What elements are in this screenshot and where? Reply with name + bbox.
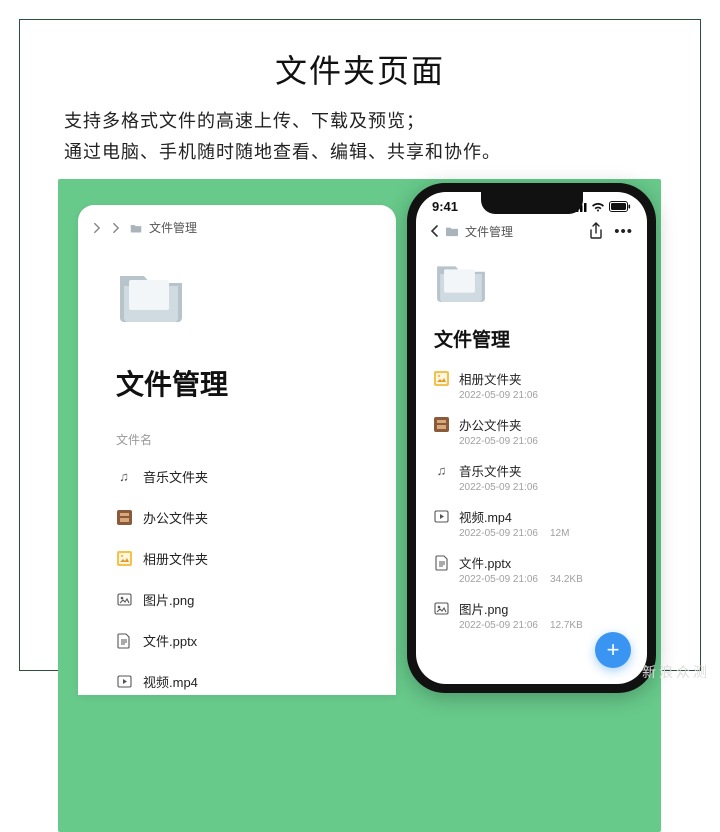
phone-notch: [481, 192, 583, 214]
subtitle-line1: 支持多格式文件的高速上传、下载及预览；: [64, 106, 676, 137]
image-icon: [116, 592, 132, 608]
list-item[interactable]: ♫ 音乐文件夹: [116, 456, 358, 497]
breadcrumb[interactable]: 文件管理: [78, 205, 396, 236]
list-item[interactable]: 视频.mp4 2022-05-09 21:06 12M: [434, 500, 629, 546]
file-name: 视频.mp4: [143, 672, 198, 691]
phone-breadcrumb[interactable]: 文件管理: [430, 223, 513, 240]
page-title: 文件夹页面: [44, 46, 676, 92]
file-icon: [434, 555, 449, 570]
file-size: 12M: [550, 528, 569, 539]
list-item[interactable]: 相册文件夹 2022-05-09 21:06: [434, 362, 629, 408]
breadcrumb-label: 文件管理: [149, 219, 197, 236]
file-meta: 2022-05-09 21:06: [459, 436, 538, 447]
office-icon: [116, 510, 132, 526]
more-icon[interactable]: •••: [614, 223, 633, 240]
list-item[interactable]: 文件.pptx: [116, 620, 358, 661]
file-name: 图片.png: [143, 590, 194, 609]
folder-large-icon: [434, 258, 488, 304]
folder-icon: [130, 222, 142, 234]
chevron-left-icon: [430, 225, 439, 237]
list-item[interactable]: 相册文件夹: [116, 538, 358, 579]
share-icon[interactable]: [588, 222, 604, 240]
file-meta: 2022-05-09 21:06: [459, 390, 538, 401]
list-item[interactable]: ♫ 音乐文件夹 2022-05-09 21:06: [434, 454, 629, 500]
file-name: 相册文件夹: [143, 549, 208, 568]
file-meta: 2022-05-09 21:06: [459, 528, 538, 539]
list-item[interactable]: 图片.png: [116, 579, 358, 620]
phone-topbar: 文件管理 •••: [416, 214, 647, 244]
video-icon: [116, 674, 132, 690]
add-button[interactable]: +: [595, 632, 631, 668]
list-item[interactable]: 图片.png 2022-05-09 21:06 12.7KB: [434, 592, 629, 638]
battery-icon: [609, 201, 631, 212]
phone-heading: 文件管理: [434, 325, 629, 352]
file-name: 办公文件夹: [459, 415, 522, 434]
list-item[interactable]: 办公文件夹 2022-05-09 21:06: [434, 408, 629, 454]
file-name: 音乐文件夹: [143, 467, 208, 486]
photos-icon: [434, 371, 449, 386]
watermark: 新浪众测: [642, 662, 710, 682]
office-icon: [434, 417, 449, 432]
video-icon: [434, 509, 449, 524]
folder-large-icon: [116, 266, 186, 324]
phone-device: 9:41 文件管理 ••• 文件管理: [407, 183, 656, 693]
file-size: 12.7KB: [550, 620, 583, 631]
wifi-icon: [591, 202, 605, 212]
desktop-heading: 文件管理: [116, 363, 358, 403]
file-name: 图片.png: [459, 599, 508, 618]
column-header: 文件名: [116, 431, 358, 456]
file-name: 视频.mp4: [459, 507, 512, 526]
file-name: 音乐文件夹: [459, 461, 522, 480]
file-icon: [116, 633, 132, 649]
file-meta: 2022-05-09 21:06: [459, 574, 538, 585]
folder-icon: [445, 225, 459, 237]
music-icon: ♫: [116, 469, 132, 485]
music-icon: ♫: [434, 463, 449, 478]
file-name: 相册文件夹: [459, 369, 522, 388]
file-meta: 2022-05-09 21:06: [459, 620, 538, 631]
subtitle-line2: 通过电脑、手机随时随地查看、编辑、共享和协作。: [64, 137, 676, 168]
file-meta: 2022-05-09 21:06: [459, 482, 538, 493]
subtitle: 支持多格式文件的高速上传、下载及预览； 通过电脑、手机随时随地查看、编辑、共享和…: [64, 106, 676, 167]
image-icon: [434, 601, 449, 616]
status-time: 9:41: [432, 199, 458, 214]
chevron-right-icon: [111, 222, 123, 234]
chevron-right-icon: [92, 222, 104, 234]
file-name: 文件.pptx: [143, 631, 197, 650]
phone-screen: 9:41 文件管理 ••• 文件管理: [416, 192, 647, 684]
list-item[interactable]: 办公文件夹: [116, 497, 358, 538]
list-item[interactable]: 文件.pptx 2022-05-09 21:06 34.2KB: [434, 546, 629, 592]
desktop-window: 文件管理 文件管理 文件名 ♫ 音乐文件夹办公文件夹相册文件夹图片.png 文件.p…: [78, 205, 396, 695]
file-size: 34.2KB: [550, 574, 583, 585]
file-name: 办公文件夹: [143, 508, 208, 527]
phone-breadcrumb-label: 文件管理: [465, 223, 513, 240]
photos-icon: [116, 551, 132, 567]
file-name: 文件.pptx: [459, 553, 511, 572]
